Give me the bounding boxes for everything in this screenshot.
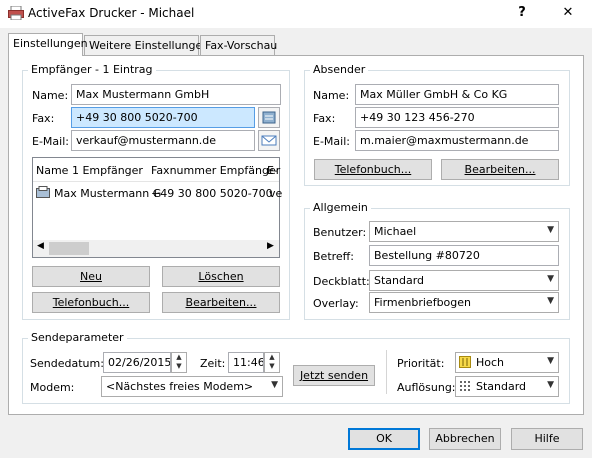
recipient-phonebook-button[interactable]: Telefonbuch... [32,292,150,313]
column-fax[interactable]: Faxnummer Empfänger [151,164,280,177]
sender-name-input[interactable]: Max Müller GmbH & Co KG [355,84,559,105]
subject-input[interactable]: Bestellung #80720 [369,245,559,266]
overlay-select[interactable]: Firmenbriefbogen ▼ [369,292,559,313]
recipient-group-label: Empfänger - 1 Eintrag [28,63,156,76]
user-select[interactable]: Michael ▼ [369,221,559,242]
priority-bars-icon [459,356,471,368]
spin-up-icon[interactable]: ▲ [265,353,279,362]
chevron-down-icon: ▼ [547,225,554,235]
recipient-fax-icon [36,186,50,199]
date-spinner[interactable]: ▲ ▼ [171,352,187,373]
chevron-down-icon: ▼ [547,380,554,390]
horizontal-scrollbar[interactable]: ◀ ▶ [33,240,279,257]
list-item[interactable]: Max Mustermann G +49 30 800 5020-700 ve [33,182,283,204]
modem-select[interactable]: <Nächstes freies Modem> ▼ [101,376,283,397]
sender-edit-button[interactable]: Bearbeiten... [441,159,559,180]
time-label: Zeit: [200,357,226,370]
help-button[interactable]: Hilfe [511,428,583,450]
ok-button[interactable]: OK [348,428,420,450]
row-name: Max Mustermann G [54,187,162,200]
separator [386,350,387,394]
spin-up-icon[interactable]: ▲ [172,353,186,362]
chevron-down-icon: ▼ [271,380,278,390]
delete-button[interactable]: Löschen [162,266,280,287]
sender-fax-input[interactable]: +49 30 123 456-270 [355,107,559,128]
sender-fax-label: Fax: [313,112,336,125]
column-email[interactable]: E- [267,164,278,177]
spin-down-icon[interactable]: ▼ [265,362,279,371]
sender-email-input[interactable]: m.maier@maxmustermann.de [355,130,559,151]
recipient-email-label: E-Mail: [32,135,69,148]
sender-phonebook-button[interactable]: Telefonbuch... [314,159,432,180]
modem-label: Modem: [30,381,75,394]
new-button[interactable]: Neu [32,266,150,287]
cover-label: Deckblatt: [313,275,370,288]
send-date-input[interactable]: 02/26/2015 [103,352,171,373]
column-name[interactable]: Name 1 Empfänger [36,164,143,177]
chevron-down-icon: ▼ [547,296,554,306]
cover-select[interactable]: Standard ▼ [369,270,559,291]
recipient-list[interactable]: Name 1 Empfänger Faxnummer Empfänger E- … [32,157,283,258]
scroll-left-icon[interactable]: ◀ [37,241,44,251]
sender-email-label: E-Mail: [313,135,350,148]
row-email: ve [269,187,283,200]
recipient-fax-input[interactable]: +49 30 800 5020-700 [71,107,255,128]
recipient-edit-button[interactable]: Bearbeiten... [162,292,280,313]
close-icon[interactable]: ✕ [557,4,579,22]
recipient-fax-label: Fax: [32,112,55,125]
subject-label: Betreff: [313,250,354,263]
resolution-grid-icon [459,380,471,392]
tab-weitere-einstellungen[interactable]: Weitere Einstellungen [84,35,209,55]
sender-group-label: Absender [310,63,369,76]
time-spinner[interactable]: ▲ ▼ [264,352,280,373]
help-icon[interactable]: ? [511,4,533,22]
window-title: ActiveFax Drucker - Michael [28,6,195,20]
send-group-label: Sendeparameter [28,331,127,344]
recipient-email-input[interactable]: verkauf@mustermann.de [71,130,255,151]
envelope-icon[interactable] [258,130,280,151]
scroll-right-icon[interactable]: ▶ [267,241,274,251]
tab-einstellungen[interactable]: Einstellungen [8,33,88,56]
priority-label: Priorität: [397,357,445,370]
overlay-label: Overlay: [313,297,359,310]
recipient-list-header: Name 1 Empfänger Faxnummer Empfänger E- [33,158,280,182]
send-date-label: Sendedatum: [30,357,104,370]
resolution-label: Auflösung: [397,381,456,394]
recipient-name-input[interactable]: Max Mustermann GmbH [71,84,281,105]
spin-down-icon[interactable]: ▼ [172,362,186,371]
time-input[interactable]: 11:46 [228,352,264,373]
tab-fax-vorschau[interactable]: Fax-Vorschau [200,35,277,55]
fax-printer-icon [8,5,24,21]
scroll-thumb[interactable] [49,242,89,255]
cancel-button[interactable]: Abbrechen [429,428,501,450]
sender-name-label: Name: [313,89,350,102]
chevron-down-icon: ▼ [547,274,554,284]
recipient-name-label: Name: [32,89,69,102]
send-now-button[interactable]: Jetzt senden [293,365,375,386]
fax-phonebook-icon[interactable] [258,107,280,128]
row-fax: +49 30 800 5020-700 [151,187,273,200]
user-label: Benutzer: [313,226,367,239]
chevron-down-icon: ▼ [547,356,554,366]
general-group-label: Allgemein [310,201,371,214]
